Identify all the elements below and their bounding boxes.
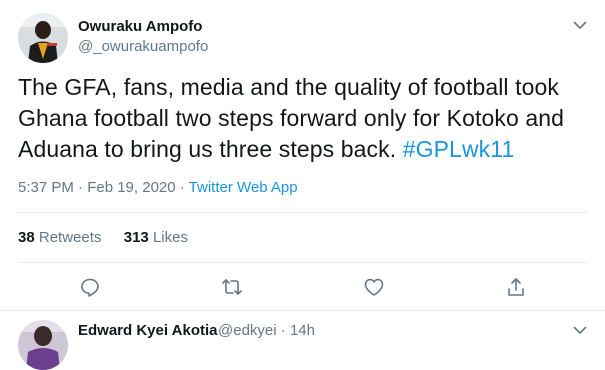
tweet-options-chevron-icon[interactable] xyxy=(572,17,588,33)
tweet-timestamp[interactable]: 5:37 PM · Feb 19, 2020 xyxy=(18,179,176,196)
reply-icon[interactable] xyxy=(79,276,101,298)
reply-author-name[interactable]: Edward Kyei Akotia xyxy=(78,322,217,339)
reply-author-handle[interactable]: @edkyei xyxy=(218,322,277,339)
retweets-count: 38 xyxy=(18,229,35,246)
divider-bottom xyxy=(0,310,605,311)
author-avatar-image xyxy=(18,13,68,63)
reply-time-separator: · xyxy=(276,322,290,339)
hashtag-link[interactable]: #GPLwk11 xyxy=(403,136,515,162)
likes-count: 313 xyxy=(123,229,149,246)
source-app-link[interactable]: Twitter Web App xyxy=(189,179,298,196)
divider-middle xyxy=(18,262,588,263)
like-icon[interactable] xyxy=(363,276,385,298)
author-name[interactable]: Owuraku Ampofo xyxy=(78,18,202,35)
divider-top xyxy=(18,212,588,213)
author-handle[interactable]: @_owurakuampofo xyxy=(78,38,208,55)
likes-stat[interactable]: 313 Likes xyxy=(124,229,188,246)
reply-options-chevron-icon[interactable] xyxy=(572,322,588,338)
share-icon[interactable] xyxy=(505,276,527,298)
reply-time[interactable]: 14h xyxy=(290,322,315,339)
retweet-icon[interactable] xyxy=(221,276,243,298)
meta-separator: · xyxy=(175,179,189,196)
retweets-label: Retweets xyxy=(38,229,102,246)
likes-label: Likes xyxy=(152,229,188,246)
reply-author-avatar[interactable] xyxy=(18,320,68,370)
engagement-stats: 38 Retweets 313 Likes xyxy=(18,229,188,246)
reply-author-meta: @edkyei · 14h xyxy=(218,322,315,339)
reply-avatar-image xyxy=(18,320,68,370)
tweet-text: The GFA, fans, media and the quality of … xyxy=(18,72,588,165)
author-avatar[interactable] xyxy=(18,13,68,63)
tweet-metadata: 5:37 PM · Feb 19, 2020 · Twitter Web App xyxy=(18,179,298,196)
retweets-stat[interactable]: 38 Retweets xyxy=(18,229,101,246)
